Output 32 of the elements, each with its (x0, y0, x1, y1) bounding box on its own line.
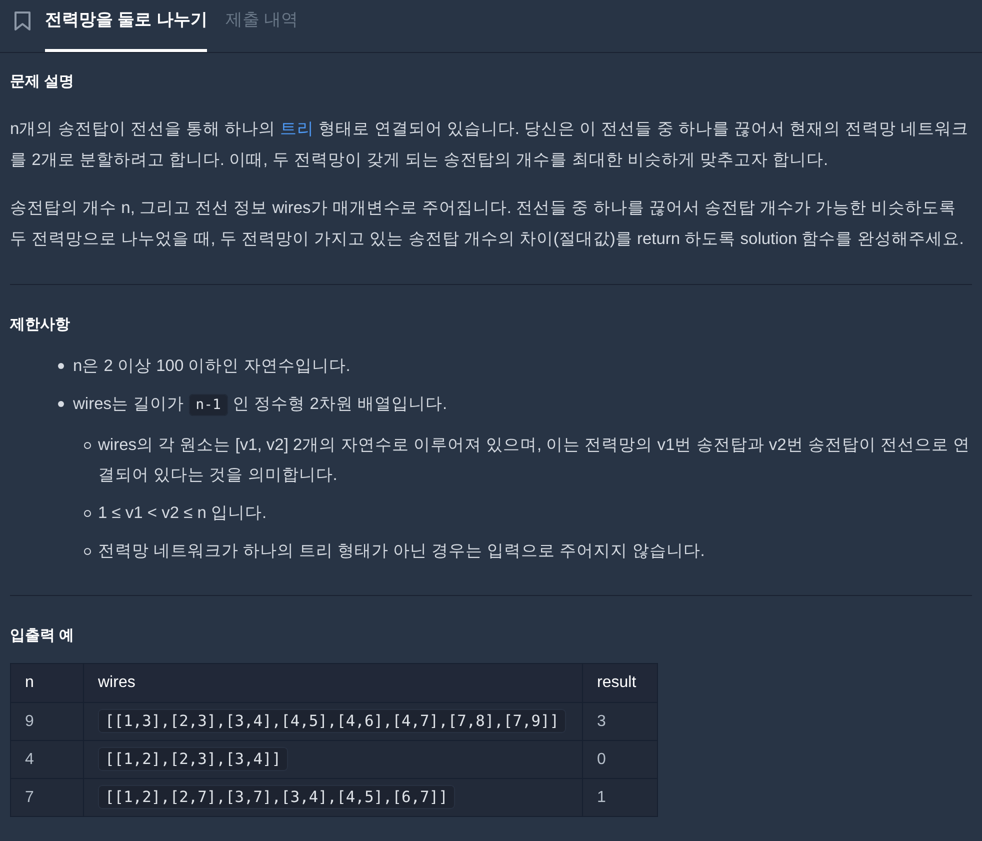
bullet-circle-icon (84, 510, 91, 517)
inline-code: n-1 (188, 394, 228, 416)
code-value: [[1,2],[2,3],[3,4]] (98, 747, 288, 771)
table-cell: 1 (582, 778, 658, 816)
table-cell: 9 (10, 702, 84, 740)
column-header: result (582, 664, 658, 702)
column-header: wires (84, 664, 583, 702)
table-cell: 7 (10, 778, 84, 816)
constraint-text: 1 ≤ v1 < v2 ≤ n 입니다. (98, 503, 268, 524)
bookmark-icon[interactable] (14, 11, 31, 31)
code-value: [[1,2],[2,7],[3,7],[3,4],[4,5],[6,7]] (98, 785, 455, 809)
tab[interactable]: 전력망을 둘로 나누기 (45, 8, 208, 52)
link[interactable]: 트리 (280, 120, 314, 138)
column-header: n (10, 664, 84, 702)
table-cell: 4 (10, 740, 84, 778)
tab[interactable]: 제출 내역 (225, 8, 298, 52)
description-paragraph: n개의 송전탑이 전선을 통해 하나의 트리 형태로 연결되어 있습니다. 당신은 이 전선들 중 하나를 끊어서 현재의 전력망 네트워크를 2개로 분할하려고 합니다. 이때, 두 전력망이 갖게 되는 송전탑의 개수를 최대한 비슷하게 맞추고자 합니다. (10, 119, 970, 171)
section-title: 제한사항 (10, 315, 71, 335)
table-cell: 0 (582, 740, 658, 778)
constraint-text: wires의 각 원소는 [v1, v2] 2개의 자연수로 이루어져 있으며, 이는 전력망의 v1번 송전탑과 v2번 송전탑이 전선으로 연결되어 있다는 것을 의미합니다. (98, 435, 972, 486)
bullet-circle-icon (84, 442, 91, 449)
bullet-circle-icon (84, 548, 91, 555)
constraint-text: n은 2 이상 100 이하인 자연수입니다. (73, 356, 352, 377)
table-cell: 3 (582, 702, 658, 740)
section-title: 입출력 예 (10, 626, 76, 646)
description-paragraph: 송전탑의 개수 n, 그리고 전선 정보 wires가 매개변수로 주어집니다. 전선들 중 하나를 끊어서 송전탑 개수가 가능한 비슷하도록 두 전력망으로 나누었을 때, 두 전력망이 가지고 있는 송전탑 개수의 차이(절대값)를 return 하도록 solution 함수를 완성해주세요. (10, 198, 965, 250)
code-value: [[1,3],[2,3],[3,4],[4,5],[4,6],[4,7],[7,8],[7,9]] (98, 709, 566, 733)
section-title: 문제 설명 (10, 72, 76, 92)
bullet-dot-icon (58, 401, 64, 407)
constraint-text: 전력망 네트워크가 하나의 트리 형태가 아닌 경우는 입력으로 주어지지 않습니다. (98, 541, 706, 562)
bullet-dot-icon (58, 363, 64, 369)
constraint-text: wires는 길이가 n-1 인 정수형 2차원 배열입니다. (73, 389, 972, 420)
